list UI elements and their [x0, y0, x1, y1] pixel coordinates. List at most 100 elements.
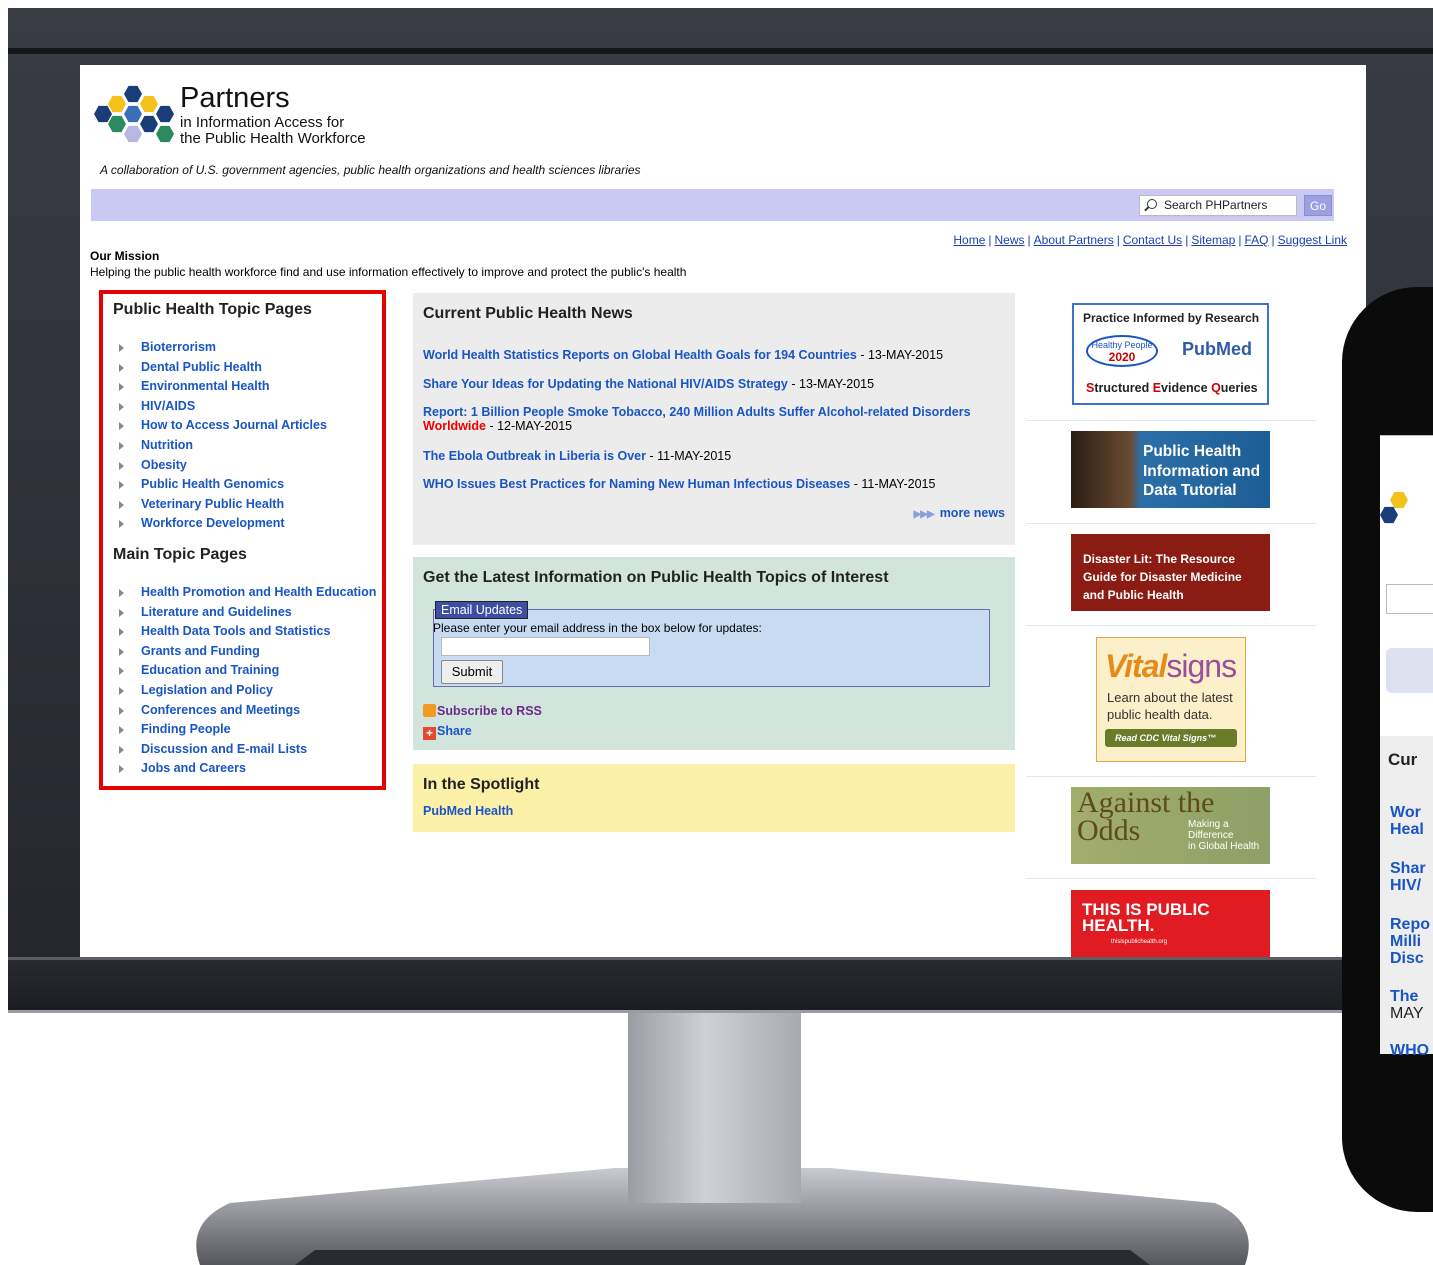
topic-link[interactable]: Literature and Guidelines: [119, 603, 376, 623]
banner-line: and Public Health: [1083, 588, 1184, 602]
nav-news[interactable]: News: [995, 233, 1025, 247]
divider: [1026, 878, 1316, 879]
tablet-button[interactable]: [1386, 648, 1433, 693]
topic-link[interactable]: Environmental Health: [119, 377, 327, 397]
banner-line: Making a: [1188, 819, 1229, 830]
topic-link[interactable]: Nutrition: [119, 436, 327, 456]
topic-link[interactable]: Conferences and Meetings: [119, 701, 376, 721]
banner-line: Guide for Disaster Medicine: [1083, 570, 1242, 584]
banner-line: Difference: [1188, 830, 1234, 841]
tablet-search-input[interactable]: [1386, 584, 1433, 614]
news-link[interactable]: Report: 1 Billion People Smoke Tobacco, …: [423, 405, 971, 419]
topic-link[interactable]: Education and Training: [119, 661, 376, 681]
healthy-people-logo: Healthy People 2020: [1086, 335, 1158, 367]
news-link[interactable]: Share Your Ideas for Updating the Nation…: [423, 377, 788, 391]
monitor-bezel: [8, 957, 1343, 1013]
nav-home[interactable]: Home: [953, 233, 985, 247]
email-updates-legend: Email Updates: [435, 601, 529, 619]
tablet-screen: Cur Wor Heal Shar HIV/ Repo Milli Disc T…: [1380, 435, 1433, 1059]
news-date: - 11-MAY-2015: [645, 449, 732, 463]
seq-structured: tructured: [1094, 381, 1153, 395]
tablet-news-panel: Cur Wor Heal Shar HIV/ Repo Milli Disc T…: [1380, 736, 1433, 1059]
tablet-device: Cur Wor Heal Shar HIV/ Repo Milli Disc T…: [1342, 287, 1433, 1212]
topic-link[interactable]: Dental Public Health: [119, 358, 327, 378]
seq-queries: ueries: [1220, 381, 1258, 395]
tablet-news-link[interactable]: Disc: [1390, 950, 1424, 967]
vital-signs-logo: Vitalsigns: [1105, 648, 1237, 685]
news-link[interactable]: World Health Statistics Reports on Globa…: [423, 348, 857, 362]
news-link[interactable]: The Ebola Outbreak in Liberia is Over: [423, 449, 646, 463]
topic-link[interactable]: Bioterrorism: [119, 338, 327, 358]
browser-screen: Partners in Information Access for the P…: [80, 65, 1366, 957]
divider: [1026, 420, 1316, 421]
go-button[interactable]: Go: [1304, 195, 1332, 216]
tablet-news-link[interactable]: Milli: [1390, 933, 1421, 950]
nav-contact-us[interactable]: Contact Us: [1123, 233, 1182, 247]
main-topic-list: Health Promotion and Health Education Li…: [119, 583, 376, 779]
healthy-people-year: 2020: [1108, 350, 1136, 364]
tablet-news-link[interactable]: The: [1390, 988, 1418, 1005]
search-input[interactable]: Search PHPartners: [1139, 195, 1297, 216]
news-link[interactable]: WHO Issues Best Practices for Naming New…: [423, 477, 850, 491]
tablet-news-link[interactable]: Shar: [1390, 860, 1426, 877]
topic-link[interactable]: Workforce Development: [119, 514, 327, 534]
topic-link[interactable]: Health Promotion and Health Education: [119, 583, 376, 603]
topic-link[interactable]: Discussion and E-mail Lists: [119, 740, 376, 760]
news-date: - 13-MAY-2015: [856, 348, 944, 362]
tablet-news-link[interactable]: Repo: [1390, 916, 1430, 933]
disaster-lit-banner[interactable]: Disaster Lit: The Resource Guide for Disa…: [1071, 534, 1270, 611]
public-health-topic-list: Bioterrorism Dental Public Health Enviro…: [119, 338, 327, 534]
tablet-news-link[interactable]: Wor: [1390, 804, 1421, 821]
news-date: - 11-MAY-2015: [850, 477, 936, 491]
read-vital-signs-button[interactable]: Read CDC Vital Signs™: [1105, 729, 1237, 747]
banner-title: Practice Informed by Research: [1083, 311, 1260, 325]
rss-label: Subscribe to RSS: [437, 704, 542, 718]
divider: [1026, 523, 1316, 524]
seq-e: E: [1152, 381, 1162, 395]
banner-line: Public Health: [1143, 443, 1242, 460]
tablet-news-link[interactable]: HIV/: [1390, 877, 1421, 894]
topic-link[interactable]: Veterinary Public Health: [119, 495, 327, 515]
topic-link[interactable]: Jobs and Careers: [119, 759, 376, 779]
tablet-news-link[interactable]: WHO: [1390, 1042, 1429, 1059]
tablet-news-link[interactable]: Heal: [1390, 821, 1424, 838]
logo-subtitle-line2: the Public Health Workforce: [180, 130, 366, 147]
topic-link[interactable]: Public Health Genomics: [119, 475, 327, 495]
topic-link[interactable]: Obesity: [119, 456, 327, 476]
healthy-people-label: Healthy People: [1091, 340, 1153, 350]
share-link[interactable]: + Share: [423, 724, 472, 740]
this-is-public-health-banner[interactable]: THIS IS PUBLIC HEALTH. thisispublichealth…: [1071, 890, 1270, 957]
email-updates-panel: Get the Latest Information on Public Hea…: [413, 557, 1015, 750]
topic-link[interactable]: Legislation and Policy: [119, 681, 376, 701]
news-item: WHO Issues Best Practices for Naming New…: [423, 477, 1003, 491]
banner-text: Public Health Information and Data Tutoria…: [1143, 442, 1260, 501]
data-tutorial-banner[interactable]: Public Health Information and Data Tutoria…: [1071, 431, 1270, 508]
structured-evidence-queries-banner[interactable]: Practice Informed by Research Healthy Pe…: [1072, 303, 1269, 405]
vital-label: Vital: [1105, 648, 1167, 684]
subscribe-rss-link[interactable]: Subscribe to RSS: [423, 704, 542, 718]
banner-line: Information and: [1143, 462, 1261, 480]
topic-link[interactable]: How to Access Journal Articles: [119, 416, 327, 436]
topic-link[interactable]: HIV/AIDS: [119, 397, 327, 417]
pubmed-health-link[interactable]: PubMed Health: [423, 804, 513, 818]
topic-link[interactable]: Health Data Tools and Statistics: [119, 622, 376, 642]
topic-link[interactable]: Grants and Funding: [119, 642, 376, 662]
email-field[interactable]: [441, 637, 650, 656]
more-news-link[interactable]: ▶▶▶ more news: [914, 506, 1005, 520]
tablet-logo: [1390, 491, 1408, 509]
nav-faq[interactable]: FAQ: [1244, 233, 1268, 247]
banner-line: Disaster Lit: The Resource: [1083, 552, 1236, 566]
nav-sitemap[interactable]: Sitemap: [1191, 233, 1235, 247]
mission-heading: Our Mission: [90, 249, 160, 263]
against-the-odds-banner[interactable]: Against the Odds Making a Difference in Gl…: [1071, 787, 1270, 864]
nav-about-partners[interactable]: About Partners: [1034, 233, 1114, 247]
more-news-label: more news: [939, 506, 1005, 520]
signs-label: signs: [1166, 648, 1237, 684]
news-item: The Ebola Outbreak in Liberia is Over - …: [423, 449, 1003, 463]
vital-signs-banner[interactable]: Vitalsigns Learn about the latest public …: [1096, 637, 1246, 762]
topic-link[interactable]: Finding People: [119, 720, 376, 740]
news-link-red[interactable]: Worldwide: [423, 419, 486, 433]
nav-suggest-link[interactable]: Suggest Link: [1278, 233, 1347, 247]
submit-button[interactable]: Submit: [441, 660, 503, 684]
logo-title: Partners: [180, 82, 290, 114]
